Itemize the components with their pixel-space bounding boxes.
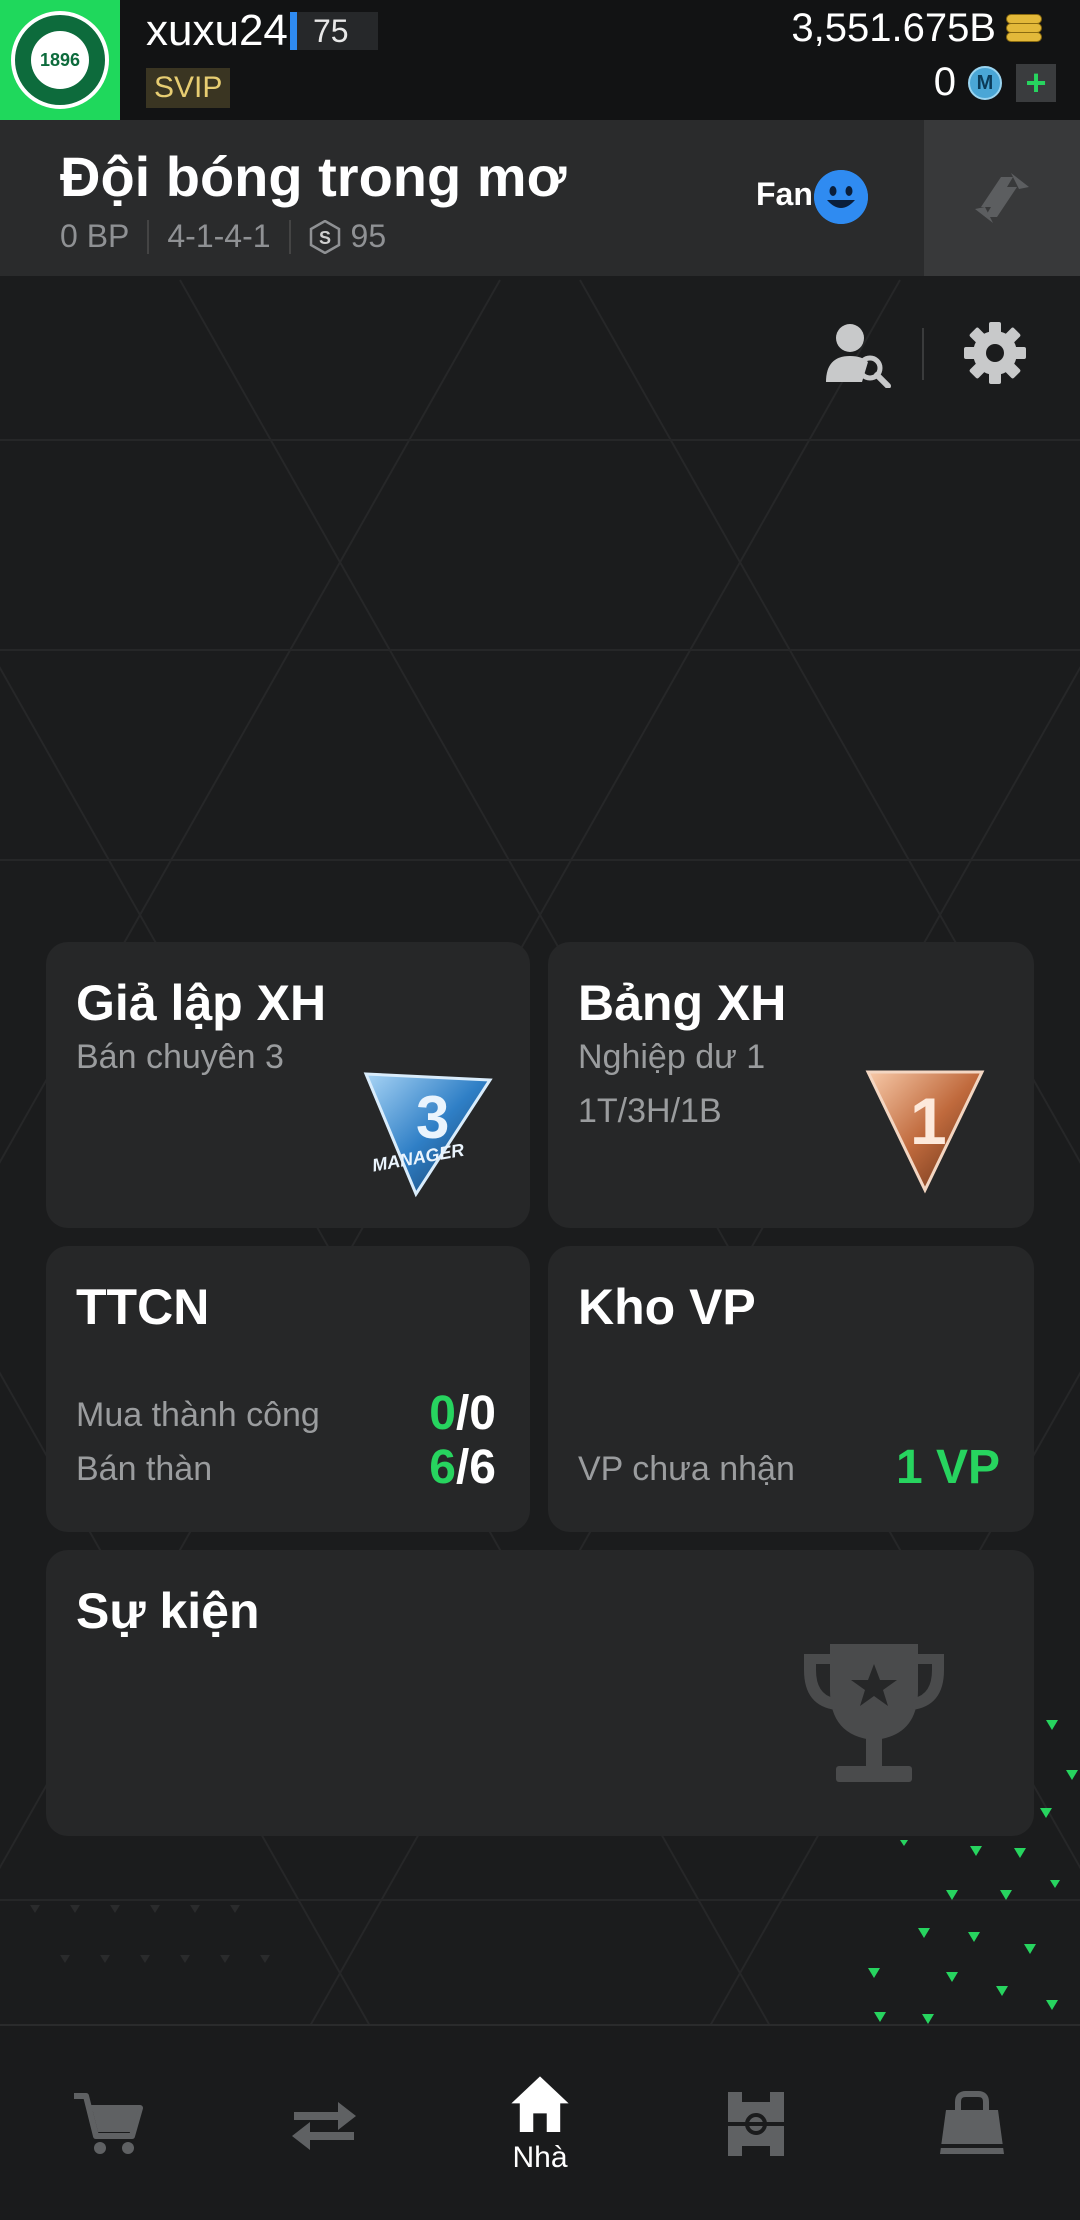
buy-success-label: Mua thành công (76, 1396, 320, 1434)
team-header[interactable]: Đội bóng trong mơ 0 BP 4-1-4-1 S 95 Fan (0, 120, 1080, 276)
level-value: 75 (313, 12, 349, 49)
nav-home[interactable]: Nhà (432, 2026, 648, 2220)
stat-divider (147, 219, 150, 254)
m-coin-balance: 0 (933, 60, 956, 104)
bag-icon (940, 2091, 1004, 2154)
club-logo[interactable]: 1896 (0, 0, 120, 120)
sell-success-label: Bán thàn (76, 1450, 213, 1488)
team-name: Đội bóng trong mơ (60, 145, 567, 208)
manager-rank-badge-icon: 3 MANAGER (363, 1072, 493, 1198)
level-bar (290, 12, 297, 50)
nav-transfer[interactable] (216, 2026, 432, 2220)
team-bp: 0 BP (60, 218, 130, 254)
svg-text:3: 3 (416, 1084, 449, 1151)
svg-text:S: S (319, 228, 331, 248)
nav-inventory[interactable] (864, 2026, 1080, 2220)
simulation-league-card[interactable]: Giả lập XH Bán chuyên 3 3 MANAGER (46, 942, 530, 1228)
player-search-icon[interactable] (822, 318, 892, 388)
gear-icon[interactable] (960, 318, 1030, 388)
cart-icon (74, 2093, 143, 2154)
nav-shop[interactable] (0, 2026, 216, 2220)
smiley-icon (814, 170, 868, 224)
item-storage-card[interactable]: Kho VP VP chưa nhận 1 VP (548, 1246, 1034, 1532)
top-bar: 1896 xuxu24 75 SVIP 3,551.675B 0 M + (0, 0, 1080, 120)
svg-text:1: 1 (910, 1084, 947, 1158)
amateur-rank-badge-icon: 1 (865, 1070, 985, 1194)
team-stats: 0 BP 4-1-4-1 S 95 (60, 218, 386, 255)
add-currency-button[interactable]: + (1016, 64, 1056, 102)
nav-squad[interactable] (648, 2026, 864, 2220)
sell-success-value: 6/6 (429, 1441, 496, 1494)
events-card[interactable]: Sự kiện (46, 1550, 1034, 1836)
transfer-market-card[interactable]: TTCN Mua thành công 0/0 Bán thàn 6/6 (46, 1246, 530, 1532)
team-s-value: 95 (350, 218, 387, 254)
pitch-icon (728, 2092, 784, 2156)
ranking-card[interactable]: Bảng XH Nghiệp dư 1 1T/3H/1B 1 (548, 942, 1034, 1228)
s-hexagon-icon: S (309, 219, 340, 254)
coin-stack-icon (1006, 14, 1042, 44)
unclaimed-items-label: VP chưa nhận (578, 1450, 795, 1488)
nav-home-label: Nhà (512, 2141, 568, 2174)
card-title: TTCN (76, 1279, 210, 1335)
card-subtitle: Bán chuyên 3 (76, 1038, 284, 1076)
card-title: Giả lập XH (76, 975, 327, 1031)
fan-label: Fan (756, 176, 813, 212)
transfer-icon (292, 2102, 356, 2150)
card-title: Kho VP (578, 1279, 756, 1335)
card-title: Sự kiện (76, 1583, 260, 1639)
home-icon (511, 2076, 569, 2132)
card-title: Bảng XH (578, 975, 787, 1031)
unclaimed-items-value: 1 VP (895, 1441, 1000, 1494)
vip-badge[interactable]: SVIP (146, 68, 231, 108)
club-crest-year: 1896 (31, 31, 89, 89)
buy-success-value: 0/0 (429, 1387, 496, 1440)
team-formation: 4-1-4-1 (167, 218, 271, 254)
m-coin-icon: M (968, 66, 1002, 100)
level-badge: 75 (290, 12, 378, 50)
icon-divider (922, 328, 924, 380)
ranking-record: 1T/3H/1B (578, 1092, 722, 1130)
username: xuxu24 (146, 6, 288, 55)
swap-team-button[interactable] (924, 120, 1080, 276)
club-crest-ring: 1896 (11, 11, 109, 109)
swap-arrows-icon (975, 173, 1029, 223)
trophy-icon (804, 1644, 944, 1782)
bottom-nav: Nhà (0, 2024, 1080, 2220)
stat-divider (288, 219, 291, 254)
coin-balance: 3,551.675B (791, 6, 996, 50)
card-subtitle: Nghiệp dư 1 (578, 1038, 766, 1076)
